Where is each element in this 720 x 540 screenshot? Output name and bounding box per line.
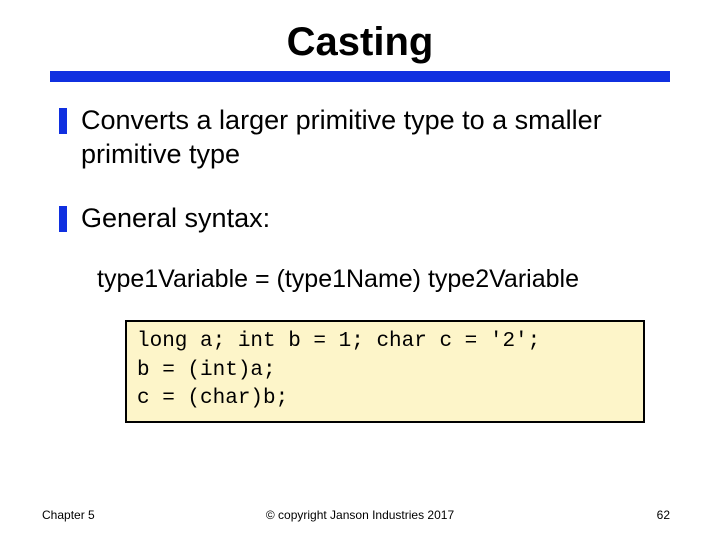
- code-line: long a; int b = 1; char c = '2';: [137, 330, 540, 353]
- bullet-text: Converts a larger primitive type to a sm…: [81, 104, 665, 172]
- footer: Chapter 5 © copyright Janson Industries …: [0, 508, 720, 522]
- title-rule: [50, 71, 670, 82]
- slide-title: Casting: [55, 20, 665, 71]
- code-line: c = (char)b;: [137, 387, 288, 410]
- code-line: b = (int)a;: [137, 359, 276, 382]
- slide: Casting Converts a larger primitive type…: [0, 0, 720, 540]
- footer-copyright: © copyright Janson Industries 2017: [0, 508, 720, 522]
- bullet-item: General syntax:: [59, 202, 665, 236]
- bullet-item: Converts a larger primitive type to a sm…: [59, 104, 665, 172]
- bullet-text: General syntax:: [81, 202, 665, 236]
- bullet-marker-icon: [59, 206, 67, 232]
- bullet-list: Converts a larger primitive type to a sm…: [55, 104, 665, 235]
- code-box: long a; int b = 1; char c = '2'; b = (in…: [125, 320, 645, 423]
- syntax-line: type1Variable = (type1Name) type2Variabl…: [97, 265, 665, 294]
- bullet-marker-icon: [59, 108, 67, 134]
